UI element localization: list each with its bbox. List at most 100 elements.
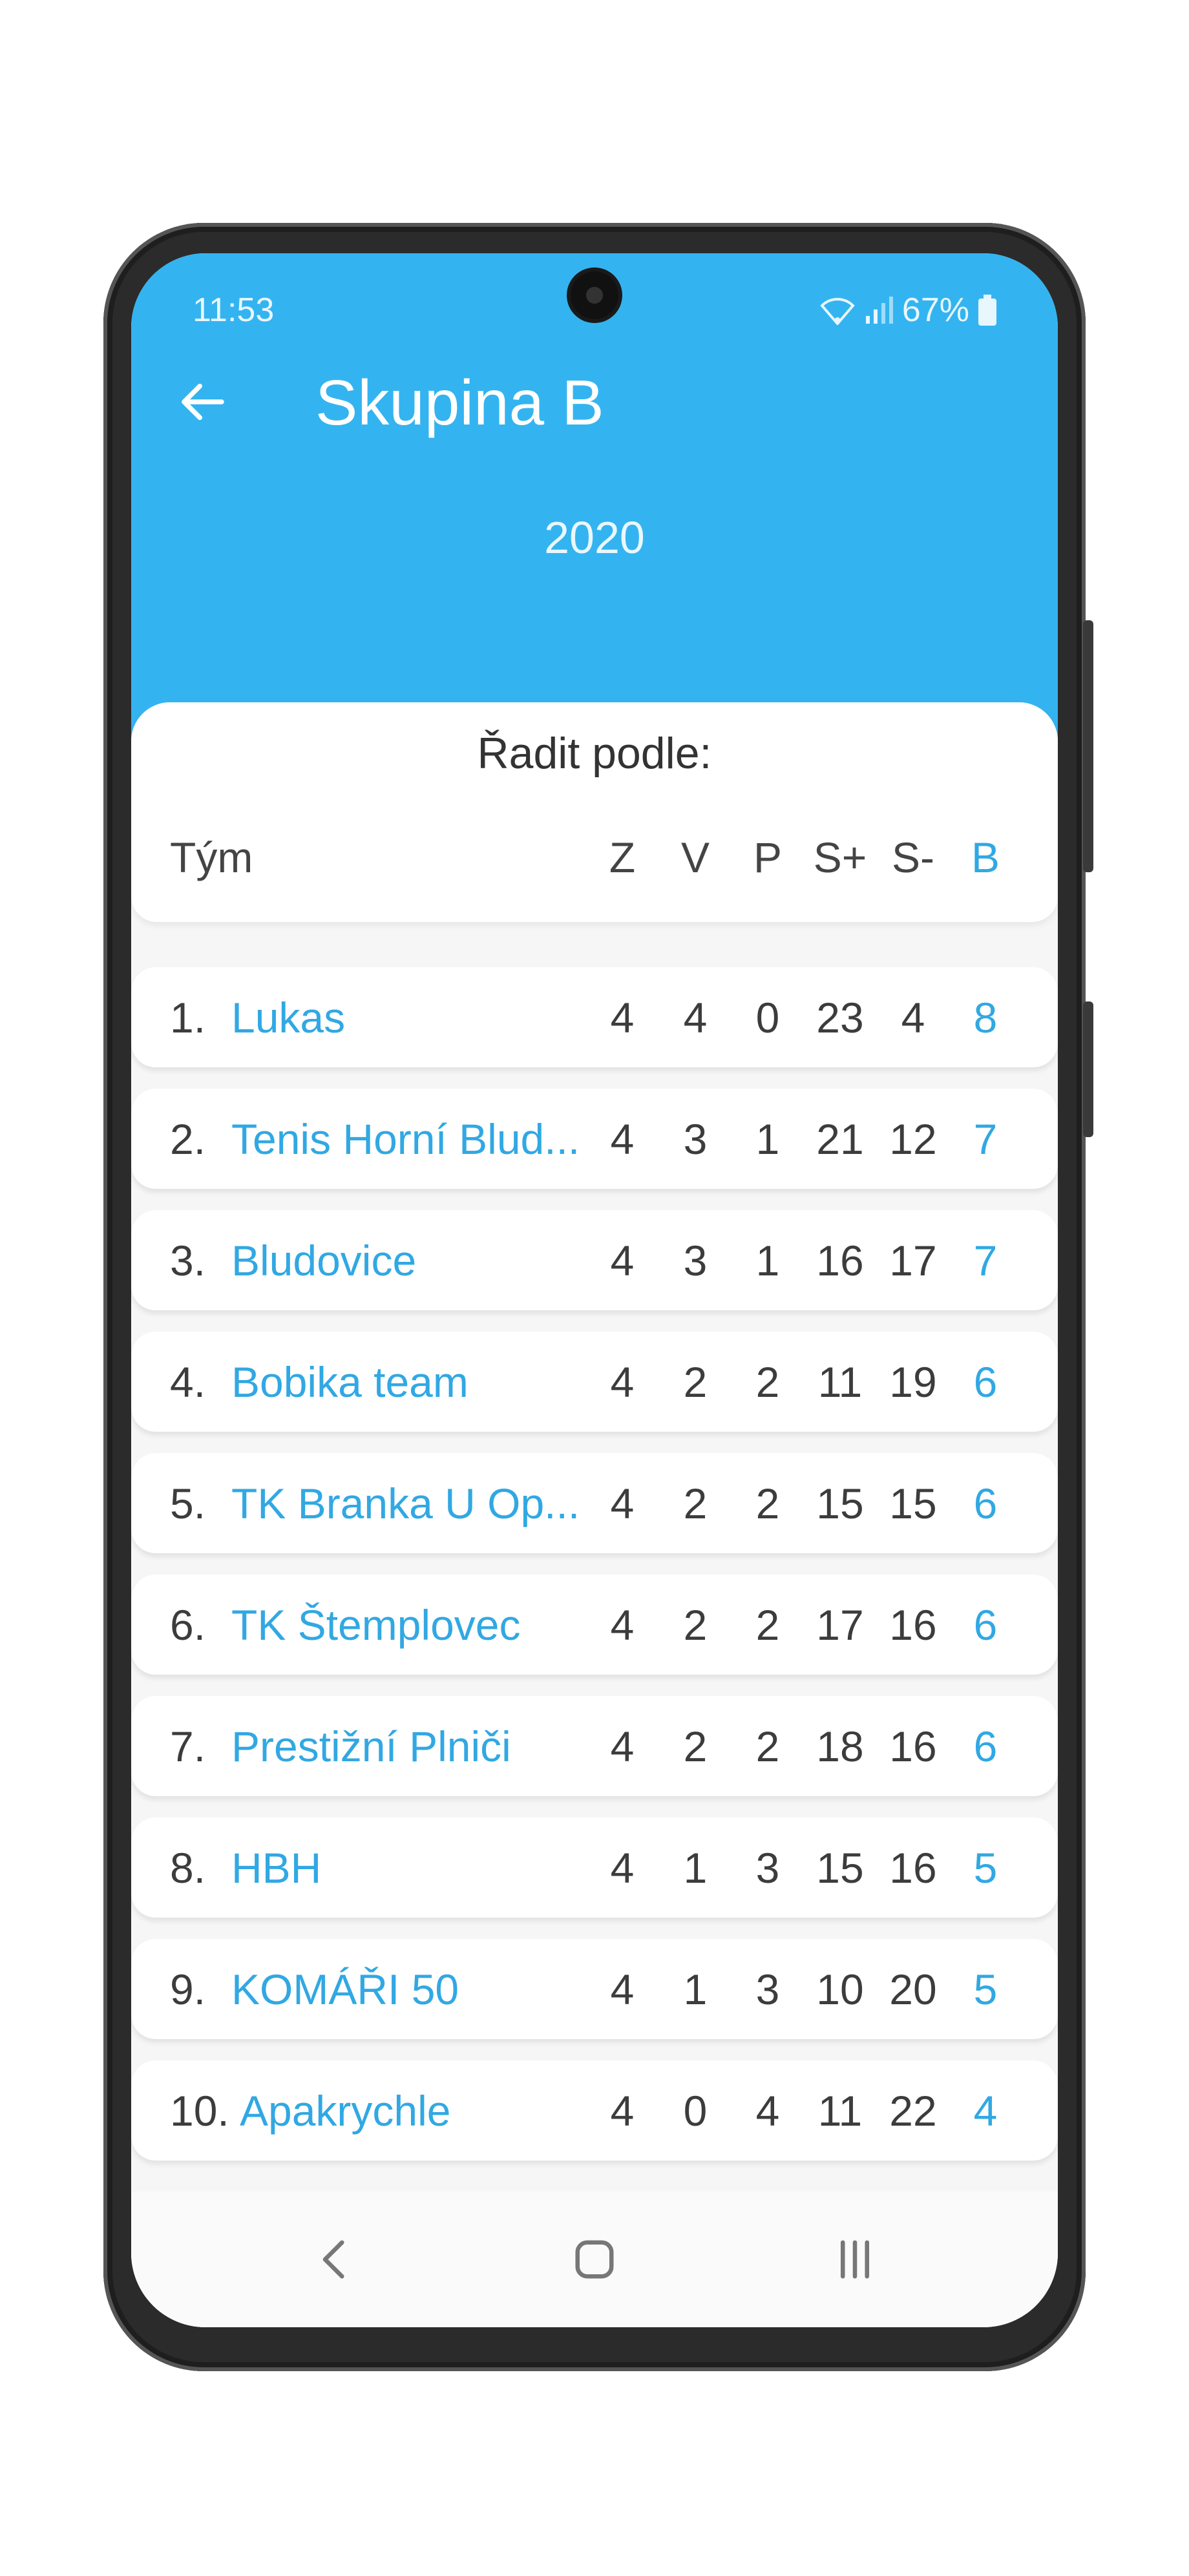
- table-row[interactable]: 10. Apakrychle 4 0 4 11 22 4: [131, 2060, 1058, 2161]
- row-p: 1: [755, 1236, 780, 1284]
- row-s-minus: 16: [889, 1722, 937, 1770]
- row-rank: 6.: [170, 1600, 206, 1649]
- row-team-name[interactable]: TK Branka U Op...: [231, 1479, 580, 1528]
- sort-header: Řadit podle: Tým Z V P S+ S- B: [131, 702, 1058, 922]
- column-s-plus[interactable]: S+: [808, 833, 872, 882]
- row-b: 5: [973, 1965, 998, 2013]
- row-s-minus: 16: [889, 1843, 937, 1892]
- column-b[interactable]: B: [953, 833, 1018, 882]
- row-s-plus: 17: [816, 1600, 864, 1649]
- row-v: 4: [683, 993, 708, 1042]
- row-z: 4: [610, 1115, 635, 1163]
- row-b: 4: [973, 2086, 998, 2135]
- row-p: 2: [755, 1600, 780, 1649]
- row-v: 0: [683, 2086, 708, 2135]
- row-b: 6: [973, 1479, 998, 1527]
- row-team-name[interactable]: Tenis Horní Blud...: [231, 1115, 580, 1164]
- table-row[interactable]: 4. Bobika team 4 2 2 11 19 6: [131, 1332, 1058, 1432]
- row-rank: 9.: [170, 1965, 206, 2013]
- row-z: 4: [610, 1722, 635, 1770]
- row-team-name[interactable]: HBH: [231, 1843, 321, 1892]
- row-rank: 5.: [170, 1479, 206, 1527]
- row-s-plus: 15: [816, 1843, 864, 1892]
- screen: 11:53 67% Skupina B 2020 Řadit podle: Tý…: [131, 253, 1058, 2327]
- row-v: 2: [683, 1600, 708, 1649]
- row-team-name[interactable]: Prestižní Plniči: [231, 1722, 511, 1771]
- row-s-minus: 4: [901, 993, 925, 1042]
- table-row[interactable]: 2. Tenis Horní Blud... 4 3 1 21 12 7: [131, 1089, 1058, 1189]
- row-team-name[interactable]: KOMÁŘI 50: [231, 1965, 459, 2014]
- row-team-name[interactable]: Bludovice: [231, 1236, 416, 1285]
- row-s-minus: 20: [889, 1965, 937, 2013]
- row-rank: 10.: [170, 2086, 229, 2135]
- row-s-minus: 17: [889, 1236, 937, 1284]
- home-icon[interactable]: [565, 2230, 624, 2288]
- row-rank: 4.: [170, 1357, 206, 1406]
- row-b: 7: [973, 1115, 998, 1163]
- page-title: Skupina B: [315, 367, 604, 438]
- column-z[interactable]: Z: [590, 833, 655, 882]
- row-z: 4: [610, 1600, 635, 1649]
- row-p: 2: [755, 1479, 780, 1527]
- row-v: 2: [683, 1722, 708, 1770]
- row-s-plus: 23: [816, 993, 864, 1042]
- status-right: 67%: [819, 291, 996, 330]
- recents-icon[interactable]: [826, 2230, 884, 2288]
- row-p: 3: [755, 1843, 780, 1892]
- row-p: 4: [755, 2086, 780, 2135]
- row-s-minus: 19: [889, 1357, 937, 1406]
- row-team-name[interactable]: Lukas: [231, 993, 345, 1042]
- table-row[interactable]: 7. Prestižní Plniči 4 2 2 18 16 6: [131, 1696, 1058, 1796]
- row-v: 1: [683, 1965, 708, 2013]
- table-row[interactable]: 6. TK Štemplovec 4 2 2 17 16 6: [131, 1575, 1058, 1675]
- column-p[interactable]: P: [735, 833, 800, 882]
- row-p: 2: [755, 1722, 780, 1770]
- column-header-row: Tým Z V P S+ S- B: [131, 832, 1058, 883]
- row-rank: 8.: [170, 1843, 206, 1892]
- battery-icon: [978, 295, 996, 326]
- system-nav-bar: [131, 2192, 1058, 2327]
- row-v: 3: [683, 1115, 708, 1163]
- arrow-left-icon[interactable]: [173, 373, 231, 431]
- row-team-name[interactable]: Bobika team: [231, 1357, 468, 1407]
- row-p: 2: [755, 1357, 780, 1406]
- power-button: [1083, 1001, 1093, 1137]
- row-z: 4: [610, 1479, 635, 1527]
- row-p: 1: [755, 1115, 780, 1163]
- row-s-plus: 11: [817, 2086, 863, 2135]
- row-s-minus: 12: [889, 1115, 937, 1163]
- standings-card: Řadit podle: Tým Z V P S+ S- B 1. Lukas 4 4…: [131, 702, 1058, 2327]
- row-b: 5: [973, 1843, 998, 1892]
- table-row[interactable]: 8. HBH 4 1 3 15 16 5: [131, 1817, 1058, 1918]
- row-team-name[interactable]: Apakrychle: [240, 2086, 451, 2135]
- table-row[interactable]: 9. KOMÁŘI 50 4 1 3 10 20 5: [131, 1939, 1058, 2039]
- row-s-plus: 15: [816, 1479, 864, 1527]
- row-p: 0: [755, 993, 780, 1042]
- table-row[interactable]: 1. Lukas 4 4 0 23 4 8: [131, 967, 1058, 1067]
- row-rank: 7.: [170, 1722, 206, 1770]
- row-s-minus: 15: [889, 1479, 937, 1527]
- signal-icon: [865, 297, 893, 324]
- row-b: 6: [973, 1600, 998, 1649]
- row-s-plus: 21: [816, 1115, 864, 1163]
- row-z: 4: [610, 1965, 635, 2013]
- wifi-icon: [820, 298, 855, 325]
- sort-label[interactable]: Řadit podle:: [131, 728, 1058, 779]
- status-time: 11:53: [193, 291, 275, 329]
- row-b: 7: [973, 1236, 998, 1284]
- front-camera: [571, 271, 618, 319]
- row-z: 4: [610, 1843, 635, 1892]
- row-rank: 1.: [170, 993, 206, 1042]
- row-s-minus: 16: [889, 1600, 937, 1649]
- column-v[interactable]: V: [663, 833, 728, 882]
- column-s-minus[interactable]: S-: [881, 833, 945, 882]
- row-v: 2: [683, 1479, 708, 1527]
- row-team-name[interactable]: TK Štemplovec: [231, 1600, 521, 1649]
- table-row[interactable]: 3. Bludovice 4 3 1 16 17 7: [131, 1210, 1058, 1310]
- chevron-left-icon[interactable]: [306, 2230, 364, 2288]
- row-p: 3: [755, 1965, 780, 2013]
- column-team[interactable]: Tým: [170, 833, 253, 882]
- table-row[interactable]: 5. TK Branka U Op... 4 2 2 15 15 6: [131, 1453, 1058, 1553]
- row-v: 2: [683, 1357, 708, 1406]
- volume-button: [1083, 620, 1093, 872]
